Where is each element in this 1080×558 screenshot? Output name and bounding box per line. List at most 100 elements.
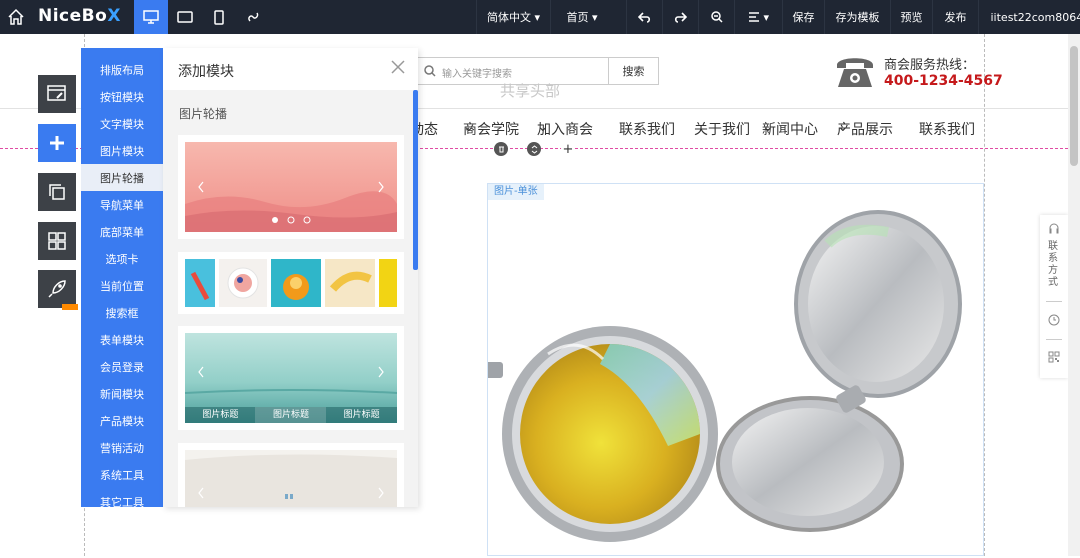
nav-item[interactable]: 产品展示 ⌄: [837, 119, 893, 138]
monitor-icon: [143, 10, 159, 24]
nav-item[interactable]: 联系我们: [619, 119, 675, 139]
phone-icon: [214, 9, 224, 25]
category-item[interactable]: 新闻模块: [81, 380, 163, 407]
preview-button[interactable]: 预览: [890, 0, 932, 34]
top-toolbar: NiceBoX 简体中文 ▾ 首页 ▾ ▾ 保存 存为模板 预览 发布 iite…: [0, 0, 1080, 34]
compact-mirror-image: [483, 210, 962, 542]
page-select[interactable]: 首页 ▾: [550, 0, 613, 34]
updown-icon: [531, 144, 537, 154]
beach-thumbnail: [185, 450, 397, 507]
category-item[interactable]: 选项卡: [81, 245, 163, 272]
publish-button[interactable]: 发布: [932, 0, 978, 34]
site-search-button[interactable]: 搜索: [608, 58, 658, 84]
category-item[interactable]: 底部菜单: [81, 218, 163, 245]
contact-sidebar[interactable]: 联系方式: [1040, 215, 1068, 378]
link-icon: [247, 12, 258, 22]
search-icon: [424, 65, 436, 77]
contact-label: 联系方式: [1048, 241, 1058, 288]
add-module-tool[interactable]: [38, 124, 76, 162]
grid-icon: [48, 232, 66, 250]
edit-page-icon: [47, 85, 66, 101]
category-item[interactable]: 排版布局: [81, 56, 163, 83]
carousel-template-4[interactable]: [178, 443, 404, 507]
category-item[interactable]: 产品模块: [81, 407, 163, 434]
home-icon[interactable]: [6, 7, 26, 27]
redo-icon: [674, 11, 687, 23]
layout-tool[interactable]: [38, 222, 76, 260]
desktop-view-button[interactable]: [134, 0, 168, 34]
align-icon: [748, 12, 759, 22]
nav-item[interactable]: 联系我们: [919, 119, 975, 139]
headset-icon: [1049, 223, 1059, 234]
user-menu[interactable]: iitest22com8064: [978, 0, 1080, 34]
category-item[interactable]: 当前位置: [81, 272, 163, 299]
trash-icon: [498, 146, 504, 153]
panel-title: 添加模块: [178, 64, 234, 80]
pages-tool[interactable]: [38, 173, 76, 211]
category-item[interactable]: 文字模块: [81, 110, 163, 137]
category-item[interactable]: 按钮模块: [81, 83, 163, 110]
page-scrollbar[interactable]: [1068, 34, 1080, 556]
nav-item[interactable]: 关于我们: [694, 119, 750, 139]
caption: 图片标题: [202, 410, 239, 420]
food-strip-thumbnail: [185, 259, 397, 307]
add-module-panel: 添加模块 图片轮播 图片标题 图片标题 图片标题: [163, 48, 418, 507]
mobile-view-button[interactable]: [202, 0, 236, 34]
module-category-list: 排版布局 按钮模块 文字模块 图片模块 图片轮播 导航菜单 底部菜单 选项卡 当…: [81, 48, 163, 509]
tablet-icon: [177, 11, 193, 23]
mini-program-button[interactable]: [236, 0, 270, 34]
pink-landscape-thumbnail: [185, 142, 397, 232]
close-icon[interactable]: [390, 59, 406, 75]
hotline-label: 商会服务热线：: [884, 58, 976, 73]
category-item[interactable]: 搜索框: [81, 299, 163, 326]
rocket-icon: [48, 280, 66, 298]
category-item[interactable]: 系统工具: [81, 461, 163, 488]
category-item[interactable]: 导航菜单: [81, 191, 163, 218]
phone-icon: [837, 58, 873, 87]
image-module[interactable]: [483, 183, 984, 556]
panel-scrollbar[interactable]: [413, 90, 418, 270]
caption: 图片标题: [343, 410, 380, 420]
category-item[interactable]: 图片模块: [81, 137, 163, 164]
tablet-view-button[interactable]: [168, 0, 202, 34]
zoom-button[interactable]: [698, 0, 734, 34]
undo-icon: [638, 11, 651, 23]
carousel-template-1[interactable]: [178, 135, 404, 239]
nav-item[interactable]: 新闻中心 ⌄: [762, 119, 818, 138]
panel-subtitle: 图片轮播: [179, 107, 228, 121]
shared-header-watermark: 共享头部: [500, 82, 561, 100]
align-menu-button[interactable]: ▾: [734, 0, 782, 34]
redo-button[interactable]: [662, 0, 698, 34]
search-placeholder: 输入关键字搜索: [442, 69, 512, 80]
caption-row: 图片标题 图片标题 图片标题: [185, 407, 397, 423]
move-module-button[interactable]: [527, 142, 541, 156]
delete-module-button[interactable]: [494, 142, 508, 156]
carousel-template-2[interactable]: [178, 252, 404, 314]
qrcode-icon: [1048, 351, 1060, 363]
guide-line: [984, 34, 985, 556]
category-item-active[interactable]: 图片轮播: [81, 164, 163, 191]
panel-header: 添加模块: [163, 48, 418, 90]
hotline-number: 400-1234-4567: [884, 73, 1003, 89]
scroll-thumb[interactable]: [1070, 46, 1078, 166]
category-item[interactable]: 会员登录: [81, 353, 163, 380]
save-template-button[interactable]: 存为模板: [824, 0, 890, 34]
divider: [1046, 339, 1062, 340]
marketing-tool[interactable]: [38, 270, 78, 310]
nav-item[interactable]: 商会学院 ⌄: [463, 119, 519, 138]
app-logo: NiceBoX: [38, 6, 121, 26]
save-button[interactable]: 保存: [782, 0, 824, 34]
clock-icon: [1048, 314, 1060, 326]
image-module-tag: 图片-单张: [488, 184, 544, 200]
category-item[interactable]: 表单模块: [81, 326, 163, 353]
language-select[interactable]: 简体中文 ▾: [476, 0, 550, 34]
category-item[interactable]: 营销活动: [81, 434, 163, 461]
nav-item[interactable]: 加入商会 ⌄: [537, 119, 593, 138]
plus-icon: [50, 136, 64, 150]
category-item[interactable]: 其它工具: [81, 488, 163, 515]
carousel-template-3[interactable]: 图片标题 图片标题 图片标题: [178, 326, 404, 430]
add-module-button[interactable]: +: [561, 142, 575, 157]
page-settings-tool[interactable]: [38, 75, 76, 113]
caption: 图片标题: [273, 410, 310, 420]
undo-button[interactable]: [626, 0, 662, 34]
